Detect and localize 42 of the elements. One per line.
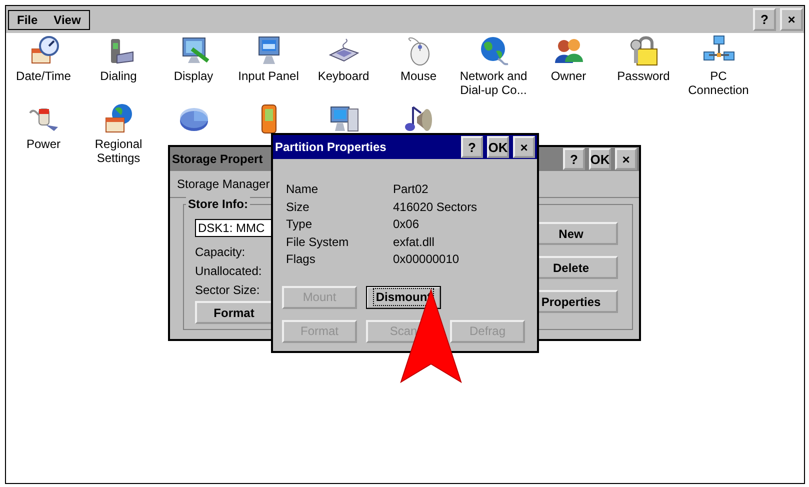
property-value: 416020 Sectors xyxy=(393,200,478,214)
close-button[interactable]: × xyxy=(513,136,535,158)
group-title: Store Info: xyxy=(186,197,250,211)
property-value: Part02 xyxy=(393,182,430,196)
window-title: Partition Properties xyxy=(275,140,386,154)
property-name: File System xyxy=(286,234,350,249)
format-button[interactable]: Format xyxy=(195,301,273,324)
help-button[interactable]: ? xyxy=(563,148,585,170)
icon-label[interactable]: Keyboard xyxy=(318,69,370,83)
menu-item[interactable]: View xyxy=(54,12,81,26)
padlock-icon[interactable] xyxy=(628,35,660,67)
ok-button[interactable]: OK xyxy=(589,148,611,170)
close-button[interactable]: × xyxy=(615,148,637,170)
field-label: Unallocated: xyxy=(195,263,262,280)
icon-label[interactable]: Power xyxy=(26,137,60,151)
property-name: Flags xyxy=(286,252,316,266)
icon-label[interactable]: Dialing xyxy=(100,69,137,83)
icon-label[interactable]: PC Connection xyxy=(681,69,756,97)
field-label: Capacity: xyxy=(195,244,246,261)
icon-label[interactable]: Owner xyxy=(550,69,586,83)
field-label: Sector Size: xyxy=(195,282,260,299)
property-name: Size xyxy=(286,200,310,214)
close-button[interactable]: × xyxy=(780,8,803,31)
icon-label[interactable]: Password xyxy=(617,69,670,83)
menu-item[interactable]: File xyxy=(17,12,38,26)
property-value: 0x06 xyxy=(393,217,420,232)
icon-label[interactable]: Mouse xyxy=(400,69,437,83)
icon-label[interactable]: Input Panel xyxy=(238,69,299,83)
help-button[interactable]: ? xyxy=(753,8,776,31)
ok-button[interactable]: OK xyxy=(487,136,509,158)
window-title: Storage Propert xyxy=(172,152,263,166)
icon-label[interactable]: Network and Dial-up Co... xyxy=(456,69,531,97)
calendar-globe-icon[interactable] xyxy=(102,103,134,135)
property-value: 0x00000010 xyxy=(393,252,460,266)
icon-label[interactable]: Display xyxy=(174,69,214,83)
help-button[interactable]: ? xyxy=(461,136,483,158)
icon-label[interactable]: Regional Settings xyxy=(81,137,156,165)
icon-label[interactable]: Date/Time xyxy=(16,69,71,83)
property-name: Type xyxy=(286,217,314,232)
tab[interactable]: Storage Manager xyxy=(177,177,270,191)
property-name: Name xyxy=(286,182,320,196)
property-value: exfat.dll xyxy=(393,234,436,249)
